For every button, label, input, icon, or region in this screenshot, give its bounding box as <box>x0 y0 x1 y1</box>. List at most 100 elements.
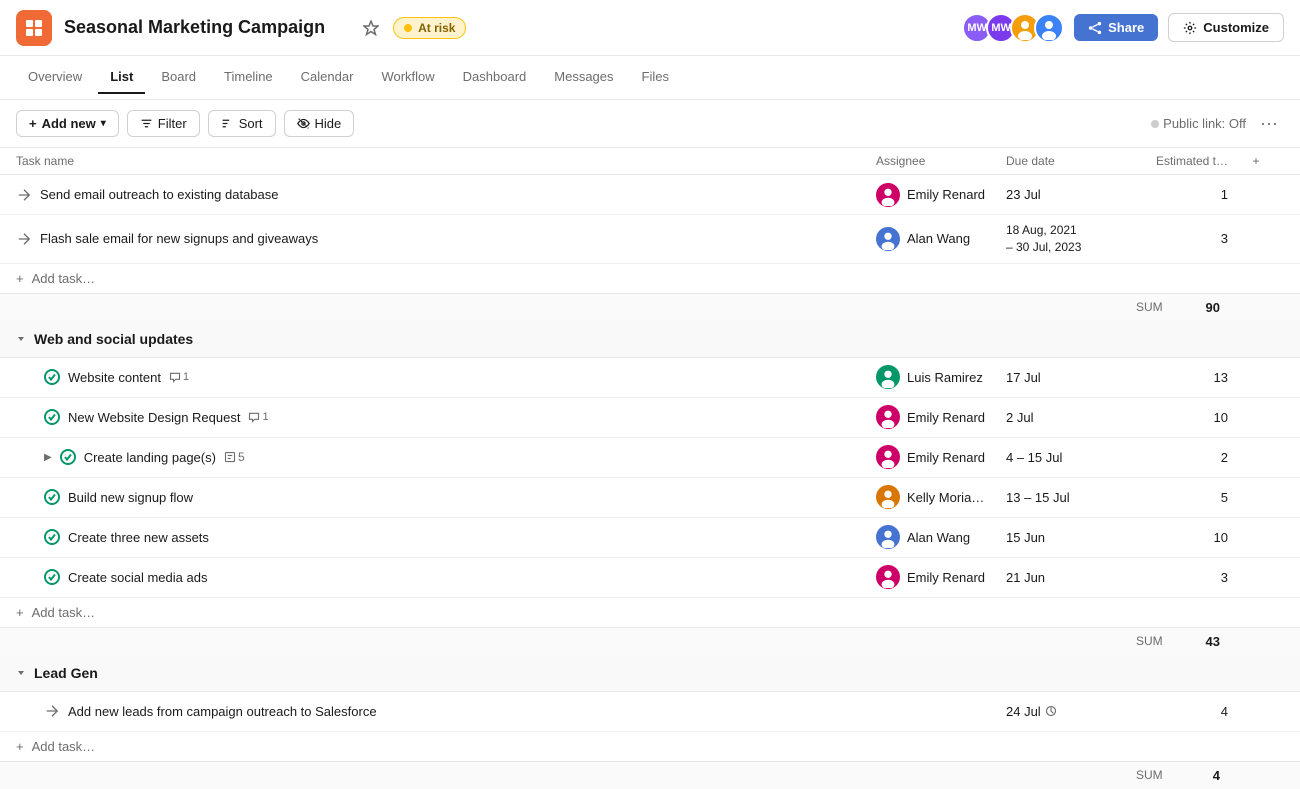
tab-list[interactable]: List <box>98 61 145 94</box>
assignee-name: Kelly Moria… <box>907 490 984 505</box>
avatar-f2 <box>1034 13 1064 43</box>
chevron-down-icon: ▾ <box>101 118 106 129</box>
task-name[interactable]: Create three new assets <box>68 530 209 545</box>
task-name-cell: New Website Design Request 1 <box>16 409 876 425</box>
add-task-row-3[interactable]: + Add task… <box>0 732 1300 761</box>
sort-label: Sort <box>239 116 263 131</box>
sort-button[interactable]: Sort <box>208 110 276 137</box>
est-cell: 4 <box>1136 704 1236 719</box>
est-cell: 3 <box>1136 231 1236 246</box>
assignee-cell: Alan Wang <box>876 525 1006 549</box>
app-icon <box>16 10 52 46</box>
check-icon <box>44 409 60 425</box>
section-title-web-social: Web and social updates <box>34 331 193 347</box>
customize-button[interactable]: Customize <box>1168 13 1284 42</box>
at-risk-dot <box>404 24 412 32</box>
date-cell: 13 – 15 Jul <box>1006 490 1136 505</box>
title-actions <box>337 18 381 38</box>
task-name[interactable]: Send email outreach to existing database <box>40 187 279 202</box>
section-web-social[interactable]: Web and social updates <box>0 321 1300 358</box>
add-task-label: Add task… <box>32 605 96 620</box>
assignee-cell: Emily Renard <box>876 565 1006 589</box>
check-icon <box>44 529 60 545</box>
tab-messages[interactable]: Messages <box>542 61 625 94</box>
est-cell: 1 <box>1136 187 1236 202</box>
col-add[interactable]: + <box>1236 154 1276 168</box>
section-title-lead-gen: Lead Gen <box>34 665 98 681</box>
milestone-icon <box>44 703 60 719</box>
filter-button[interactable]: Filter <box>127 110 200 137</box>
top-bar-right: MW MW Share Customize <box>962 13 1284 43</box>
star-button[interactable] <box>361 18 381 38</box>
subtask-count: 5 <box>224 450 245 464</box>
tab-overview[interactable]: Overview <box>16 61 94 94</box>
task-name[interactable]: New Website Design Request <box>68 410 240 425</box>
hide-button[interactable]: Hide <box>284 110 355 137</box>
tab-workflow[interactable]: Workflow <box>369 61 446 94</box>
sum-label-2: SUM <box>1136 634 1171 648</box>
task-name[interactable]: Add new leads from campaign outreach to … <box>68 704 377 719</box>
task-name[interactable]: Create social media ads <box>68 570 207 585</box>
toolbar-right: Public link: Off ··· <box>1151 111 1284 136</box>
task-name[interactable]: Flash sale email for new signups and giv… <box>40 231 318 246</box>
task-name-cell: Send email outreach to existing database <box>16 187 876 203</box>
tab-board[interactable]: Board <box>149 61 208 94</box>
date-cell: 21 Jun <box>1006 570 1136 585</box>
add-task-label: Add task… <box>32 271 96 286</box>
assignee-name: Emily Renard <box>907 450 985 465</box>
est-cell: 13 <box>1136 370 1236 385</box>
tab-calendar[interactable]: Calendar <box>289 61 366 94</box>
nav-tabs: Overview List Board Timeline Calendar Wo… <box>0 56 1300 100</box>
col-estimated: Estimated t… <box>1136 154 1236 168</box>
col-task-name: Task name <box>16 154 876 168</box>
add-task-row[interactable]: + Add task… <box>0 264 1300 293</box>
collapse-lead-gen-button[interactable] <box>16 668 26 678</box>
add-new-button[interactable]: + Add new ▾ <box>16 110 119 137</box>
est-cell: 3 <box>1136 570 1236 585</box>
sum-row-2: SUM 43 <box>0 627 1300 655</box>
assignee-cell: Luis Ramirez <box>876 365 1006 389</box>
task-row: Build new signup flow Kelly Moria… 13 – … <box>0 478 1300 518</box>
show-more-button[interactable] <box>337 19 355 37</box>
date-cell: 15 Jun <box>1006 530 1136 545</box>
assignee-name: Luis Ramirez <box>907 370 983 385</box>
assignee-name: Alan Wang <box>907 231 970 246</box>
assignee-avatar <box>876 227 900 251</box>
task-name-cell: Add new leads from campaign outreach to … <box>16 703 876 719</box>
tab-files[interactable]: Files <box>630 61 681 94</box>
share-button[interactable]: Share <box>1074 14 1158 41</box>
collapse-section-button[interactable] <box>16 334 26 344</box>
check-icon <box>44 369 60 385</box>
table-header: Task name Assignee Due date Estimated t…… <box>0 148 1300 175</box>
toolbar: + Add new ▾ Filter Sort Hide Public link… <box>0 100 1300 148</box>
task-name[interactable]: Build new signup flow <box>68 490 193 505</box>
add-task-row-2[interactable]: + Add task… <box>0 598 1300 627</box>
comment-icon: 1 <box>248 411 268 423</box>
assignee-avatar <box>876 525 900 549</box>
task-row: Add new leads from campaign outreach to … <box>0 692 1300 732</box>
task-row: Create three new assets Alan Wang 15 Jun… <box>0 518 1300 558</box>
sum-row-1: SUM 90 <box>0 293 1300 321</box>
task-name[interactable]: Create landing page(s) <box>84 450 216 465</box>
section-lead-gen[interactable]: Lead Gen <box>0 655 1300 692</box>
comment-icon: 1 <box>169 371 189 383</box>
expand-subtasks-button[interactable]: ▶ <box>44 452 52 463</box>
task-row: Website content 1 Luis Ramirez 17 Jul 13 <box>0 358 1300 398</box>
assignee-avatar <box>876 485 900 509</box>
task-name-cell: Flash sale email for new signups and giv… <box>16 231 876 247</box>
task-name[interactable]: Website content <box>68 370 161 385</box>
tab-dashboard[interactable]: Dashboard <box>451 61 539 94</box>
task-row: Create social media ads Emily Renard 21 … <box>0 558 1300 598</box>
date-cell: 17 Jul <box>1006 370 1136 385</box>
task-row: New Website Design Request 1 Emily Renar… <box>0 398 1300 438</box>
est-cell: 5 <box>1136 490 1236 505</box>
more-options-button[interactable]: ··· <box>1254 111 1284 136</box>
task-name-cell: Create three new assets <box>16 529 876 545</box>
col-due-date: Due date <box>1006 154 1136 168</box>
tab-timeline[interactable]: Timeline <box>212 61 285 94</box>
sum-row-3: SUM 4 <box>0 761 1300 789</box>
assignee-cell: Emily Renard <box>876 405 1006 429</box>
task-name-cell: Build new signup flow <box>16 489 876 505</box>
plus-icon: + <box>29 116 37 131</box>
check-icon <box>60 449 76 465</box>
